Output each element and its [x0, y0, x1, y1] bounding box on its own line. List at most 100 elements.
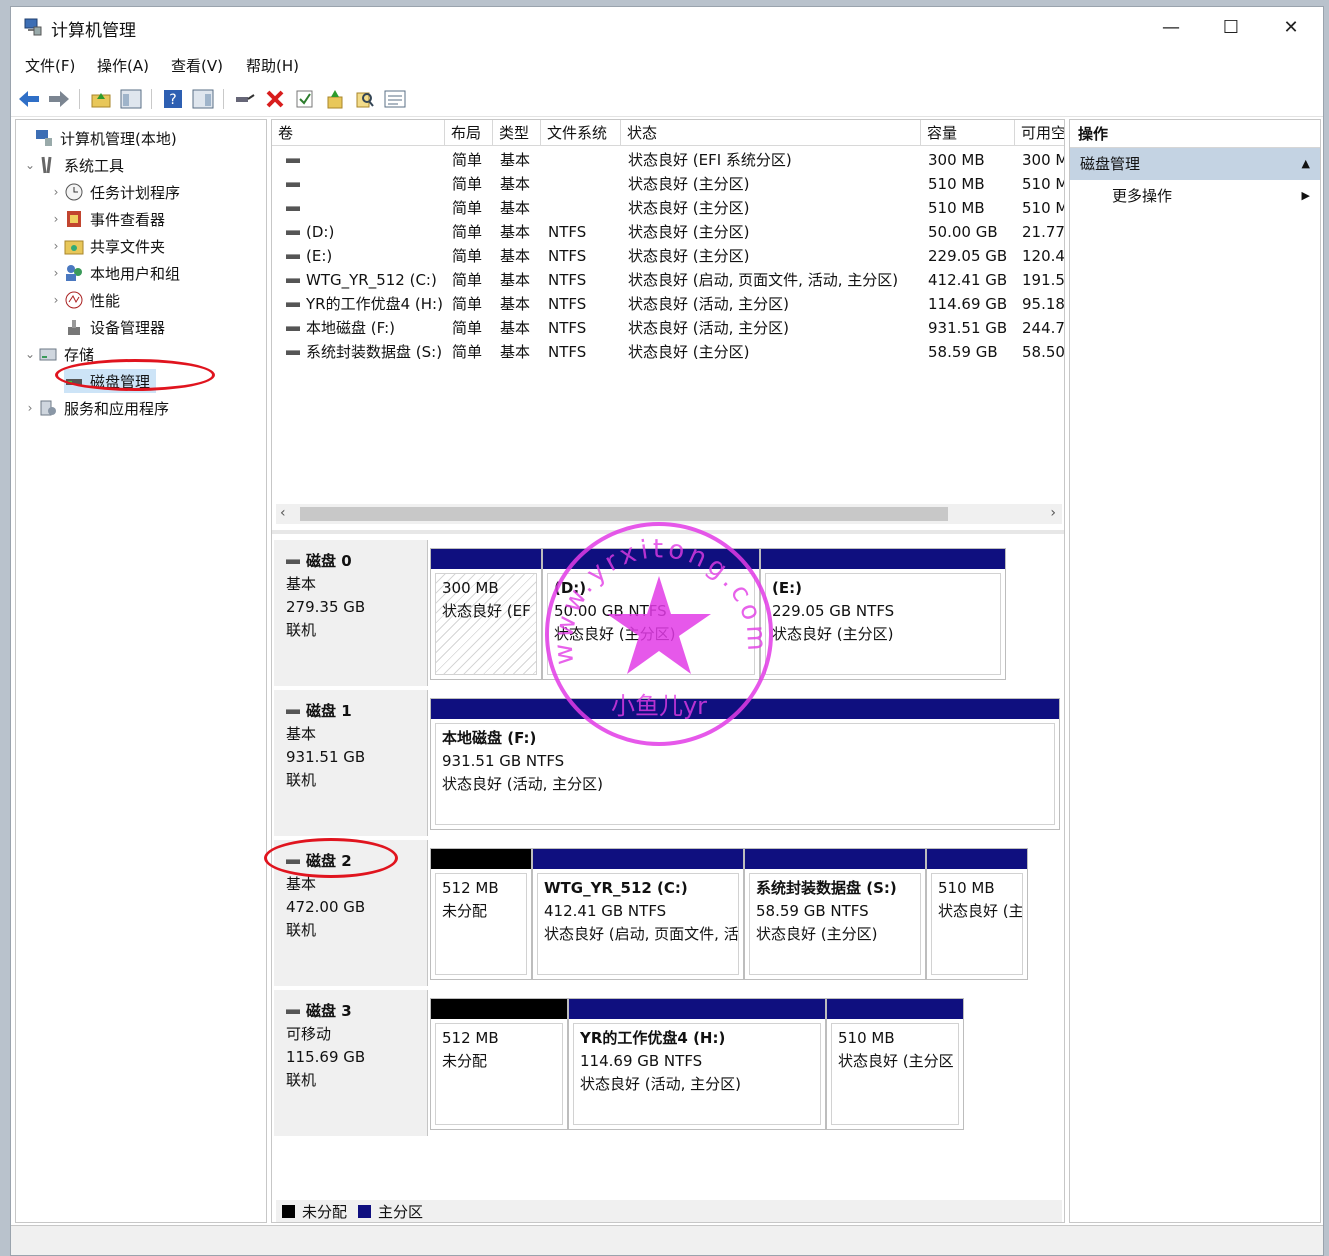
disk-state: 联机 [286, 921, 317, 939]
chevron-right-icon[interactable]: › [48, 239, 64, 253]
tree-item-task-scheduler[interactable]: › 任务计划程序 [48, 180, 180, 204]
partition-block[interactable]: 本地磁盘 (F:) 931.51 GB NTFS 状态良好 (活动, 主分区) [430, 698, 1060, 830]
volume-row[interactable]: 简单基本 状态良好 (主分区) 510 MB 510 MB [272, 172, 1064, 196]
scrollbar-thumb[interactable] [300, 507, 948, 521]
partition-block[interactable]: WTG_YR_512 (C:) 412.41 GB NTFS 状态良好 (启动, 页… [532, 848, 744, 980]
column-status[interactable]: 状态 [621, 120, 921, 146]
volume-cell-free: 510 MB [1022, 175, 1064, 193]
partition-type-bar [533, 849, 743, 869]
partition-block[interactable]: 512 MB 未分配 [430, 848, 532, 980]
partition-type-bar [431, 849, 531, 869]
list-button[interactable] [383, 87, 407, 111]
column-capacity[interactable]: 容量 [921, 120, 1015, 146]
chevron-right-icon[interactable]: › [22, 401, 38, 415]
tree-item-shared-folders[interactable]: › 共享文件夹 [48, 234, 165, 258]
show-hide-tree-button[interactable] [119, 87, 143, 111]
tree-item-root[interactable]: 计算机管理(本地) [18, 126, 177, 150]
menu-help[interactable]: 帮助(H) [246, 55, 299, 76]
partition-block[interactable]: 510 MB 状态良好 (主分区 [826, 998, 964, 1130]
partition-block[interactable]: YR的工作优盘4 (H:) 114.69 GB NTFS 状态良好 (活动, 主分区… [568, 998, 826, 1130]
help-button[interactable]: ? [161, 87, 185, 111]
chevron-right-icon[interactable]: › [48, 266, 64, 280]
chevron-right-icon[interactable]: › [48, 212, 64, 226]
menu-view[interactable]: 查看(V) [171, 55, 223, 76]
pane-splitter[interactable] [272, 530, 1064, 534]
actions-disk-management[interactable]: 磁盘管理 ▲ [1070, 148, 1320, 180]
properties-pane-button[interactable] [191, 87, 215, 111]
tree-item-local-users[interactable]: › 本地用户和组 [48, 261, 180, 285]
title-bar: 计算机管理 — ☐ ✕ [11, 7, 1323, 47]
close-button[interactable]: ✕ [1261, 7, 1321, 47]
up-folder-button[interactable] [89, 87, 113, 111]
partition-block[interactable]: 系统封装数据盘 (S:) 58.59 GB NTFS 状态良好 (主分区) [744, 848, 926, 980]
volume-cell-type: 基本 [500, 295, 531, 313]
volume-cell-vol: (E:) [286, 244, 456, 268]
tree-item-event-viewer[interactable]: › 事件查看器 [48, 207, 165, 231]
chevron-down-icon[interactable]: ⌄ [22, 347, 38, 361]
drive-icon [286, 302, 300, 307]
volume-row[interactable]: WTG_YR_512 (C:) 简单 基本 NTFS 状态良好 (启动, 页面文件, 活… [272, 268, 1064, 292]
scroll-right-icon[interactable]: › [1050, 505, 1056, 521]
partition-block[interactable]: 300 MB 状态良好 (EF [430, 548, 542, 680]
volume-cell-vol: 本地磁盘 (F:) [286, 316, 456, 340]
forward-button[interactable] [47, 87, 71, 111]
submenu-arrow-icon: ▶ [1301, 189, 1310, 202]
volume-row[interactable]: 系统封装数据盘 (S:) 简单 基本 NTFS 状态良好 (主分区) 58.59 GB 58… [272, 340, 1064, 364]
tree-item-device-manager[interactable]: 设备管理器 [48, 315, 165, 339]
check-button[interactable] [293, 87, 317, 111]
chevron-right-icon[interactable]: › [48, 185, 64, 199]
tree-item-system-tools[interactable]: ⌄ 系统工具 [22, 153, 124, 177]
partition-block[interactable]: 512 MB 未分配 [430, 998, 568, 1130]
partition-type-bar [543, 549, 759, 569]
volume-cell-status: 状态良好 (主分区) [628, 175, 750, 193]
collapse-up-icon[interactable]: ▲ [1302, 148, 1310, 180]
disk-label[interactable]: 磁盘 3 可移动 115.69 GB 联机 [274, 990, 428, 1136]
column-layout[interactable]: 布局 [445, 120, 493, 146]
horizontal-scrollbar[interactable]: ‹ › [276, 504, 1062, 524]
partition-type-bar [761, 549, 1005, 569]
tree-item-services-apps[interactable]: › 服务和应用程序 [22, 396, 169, 420]
partition-type-bar [569, 999, 825, 1019]
volume-row[interactable]: (E:)简单基本 NTFS 状态良好 (主分区) 229.05 GB 120.43 GB [272, 244, 1064, 268]
more-actions[interactable]: 更多操作 ▶ [1070, 180, 1320, 212]
column-free-space[interactable]: 可用空 [1015, 120, 1064, 146]
volume-cell-fs [548, 172, 628, 196]
column-filesystem[interactable]: 文件系统 [541, 120, 621, 146]
volume-cell-free: 510 MB [1022, 199, 1064, 217]
volume-row[interactable]: 本地磁盘 (F:) 简单 基本 NTFS 状态良好 (活动, 主分区) 931.51 GB… [272, 316, 1064, 340]
volume-cell-layout: 简单 [452, 247, 483, 265]
partition-size: 510 MB [838, 1029, 895, 1047]
chevron-down-icon[interactable]: ⌄ [22, 158, 38, 172]
partition-status: 状态良好 (启动, 页面文件, 活 [544, 925, 739, 943]
maximize-button[interactable]: ☐ [1201, 7, 1261, 47]
delete-icon [266, 90, 284, 108]
column-volume[interactable]: 卷 [272, 120, 445, 146]
partition-block[interactable]: 510 MB 状态良好 (主 [926, 848, 1028, 980]
partition-name: (D:) [554, 579, 587, 597]
volume-row[interactable]: (D:)简单基本 NTFS 状态良好 (主分区) 50.00 GB 21.77 GB [272, 220, 1064, 244]
volume-cell-fs: NTFS [548, 247, 587, 265]
volume-cell-capacity: 50.00 GB [928, 223, 998, 241]
volume-cell-vol: YR的工作优盘4 (H:) [286, 292, 456, 316]
chevron-right-icon[interactable]: › [48, 293, 64, 307]
partition-block[interactable]: (E:) 229.05 GB NTFS 状态良好 (主分区) [760, 548, 1006, 680]
search-button[interactable] [353, 87, 377, 111]
delete-button[interactable] [263, 87, 287, 111]
volume-row[interactable]: 简单基本 状态良好 (EFI 系统分区) 300 MB 300 MB [272, 148, 1064, 172]
export-button[interactable] [323, 87, 347, 111]
menu-file[interactable]: 文件(F) [25, 55, 75, 76]
volume-row[interactable]: YR的工作优盘4 (H:) 简单 基本 NTFS 状态良好 (活动, 主分区) 114.6… [272, 292, 1064, 316]
scroll-left-icon[interactable]: ‹ [280, 505, 286, 521]
legend-unallocated-label: 未分配 [302, 1203, 348, 1221]
partition-block[interactable]: (D:) 50.00 GB NTFS 状态良好 (主分区) [542, 548, 760, 680]
minimize-button[interactable]: — [1141, 7, 1201, 47]
volume-row[interactable]: 简单基本 状态良好 (主分区) 510 MB 510 MB [272, 196, 1064, 220]
disk-label[interactable]: 磁盘 0 基本 279.35 GB 联机 [274, 540, 428, 686]
tree-item-performance[interactable]: › 性能 [48, 288, 120, 312]
volume-cell-capacity: 510 MB [928, 175, 985, 193]
menu-action[interactable]: 操作(A) [97, 55, 149, 76]
column-type[interactable]: 类型 [493, 120, 541, 146]
connect-button[interactable] [233, 87, 257, 111]
disk-label[interactable]: 磁盘 1 基本 931.51 GB 联机 [274, 690, 428, 836]
back-button[interactable] [17, 87, 41, 111]
